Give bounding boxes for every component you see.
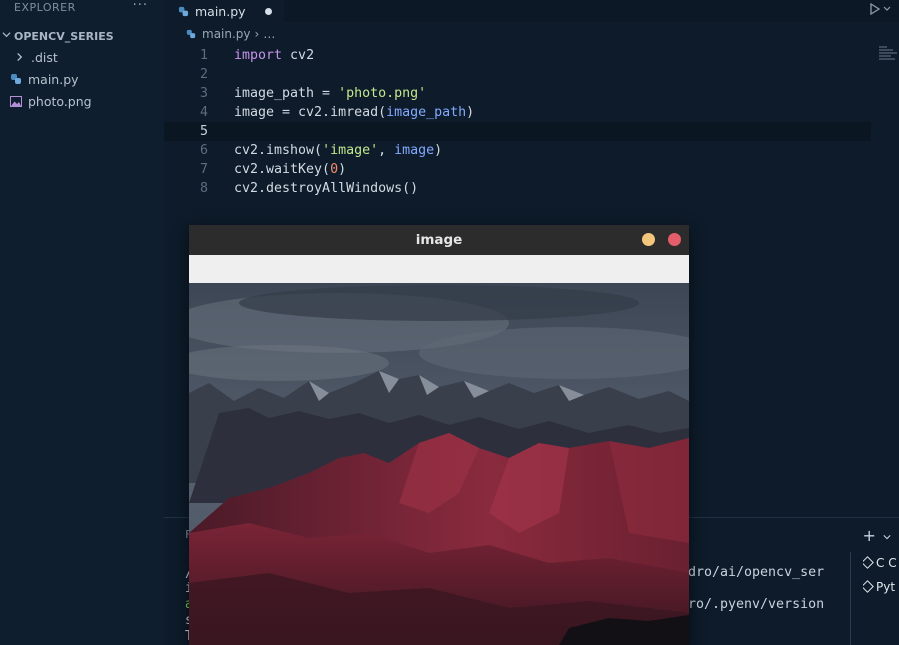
line-number: 5: [199, 124, 208, 139]
image-icon: [9, 94, 23, 108]
new-terminal-icon[interactable]: +: [863, 526, 892, 545]
code-text: cv2.destroyAllWindows(): [234, 181, 419, 196]
code-text: cv2.imshow('image', image): [234, 143, 443, 158]
line-number: 3: [199, 86, 208, 101]
terminal-list-item[interactable]: C C: [863, 556, 899, 570]
tab-label: main.py: [195, 3, 246, 19]
breadcrumb-rest[interactable]: …: [263, 27, 275, 41]
line-number: 1: [199, 48, 208, 63]
unsaved-dot-icon[interactable]: [265, 8, 272, 15]
tree-item-main-py[interactable]: main.py: [0, 68, 164, 90]
terminal-line: dro/ai/opencv_ser: [688, 565, 825, 580]
more-actions-icon[interactable]: ···: [133, 0, 148, 13]
python-icon: [186, 29, 196, 39]
line-number: 4: [199, 105, 208, 120]
tree-item-label: main.py: [28, 71, 79, 87]
close-button[interactable]: [668, 233, 681, 246]
window-titlebar[interactable]: image: [189, 225, 689, 255]
line-number: 8: [199, 181, 208, 196]
window-toolbar: [189, 255, 689, 283]
tree-item-dist[interactable]: .dist: [0, 46, 164, 68]
minimap[interactable]: [879, 46, 899, 66]
explorer-title: EXPLORER: [14, 0, 76, 14]
code-line[interactable]: 3 image_path = 'photo.png': [164, 84, 899, 103]
minimize-button[interactable]: [642, 233, 655, 246]
run-icon[interactable]: [869, 2, 891, 20]
terminal-list: C C Pyt: [850, 552, 899, 645]
folder-opencv-series[interactable]: OPENCV_SERIES: [0, 27, 164, 45]
line-number: 6: [199, 143, 208, 158]
terminal-line: ro/.pyenv/version: [688, 597, 825, 612]
python-icon: [9, 72, 23, 86]
chevron-down-icon: [2, 30, 14, 42]
tree-item-label: .dist: [31, 49, 58, 65]
code-line[interactable]: 7 cv2.waitKey(0): [164, 160, 899, 179]
code-area[interactable]: 1 import cv2 2 3 image_path = 'photo.png…: [164, 46, 899, 198]
code-text: image_path = 'photo.png': [234, 86, 427, 101]
code-text: import cv2: [234, 48, 315, 63]
folder-label: OPENCV_SERIES: [14, 29, 114, 43]
code-text: cv2.waitKey(0): [234, 162, 347, 177]
code-line[interactable]: 2: [164, 65, 899, 84]
line-number: 7: [199, 162, 208, 177]
tree-item-photo-png[interactable]: photo.png: [0, 90, 164, 112]
chevron-right-icon: [12, 50, 26, 64]
tab-main-py[interactable]: main.py: [164, 0, 284, 22]
breadcrumb-separator: ›: [254, 27, 260, 41]
opencv-image-window[interactable]: image: [189, 225, 689, 645]
code-line[interactable]: 6 cv2.imshow('image', image): [164, 141, 899, 160]
terminal-icon: [863, 556, 874, 569]
tree-item-label: photo.png: [28, 93, 92, 109]
breadcrumb-file[interactable]: main.py: [202, 27, 251, 41]
line-number: 2: [199, 67, 208, 82]
explorer-header: EXPLORER ···: [0, 0, 164, 14]
breadcrumb: main.py › …: [164, 22, 899, 46]
code-line-current[interactable]: 5: [164, 122, 871, 141]
explorer-sidebar: EXPLORER ··· OPENCV_SERIES .dist main.py…: [0, 0, 164, 645]
code-line[interactable]: 8 cv2.destroyAllWindows(): [164, 179, 899, 198]
terminal-list-item[interactable]: Pyt: [863, 580, 899, 594]
code-text: image = cv2.imread(image_path): [234, 105, 475, 120]
code-line[interactable]: 1 import cv2: [164, 46, 899, 65]
code-line[interactable]: 4 image = cv2.imread(image_path): [164, 103, 899, 122]
terminal-icon: [863, 580, 874, 593]
window-title: image: [415, 232, 463, 248]
python-icon: [178, 6, 189, 17]
tab-bar: main.py: [164, 0, 899, 22]
mountain-photo: [189, 283, 689, 645]
